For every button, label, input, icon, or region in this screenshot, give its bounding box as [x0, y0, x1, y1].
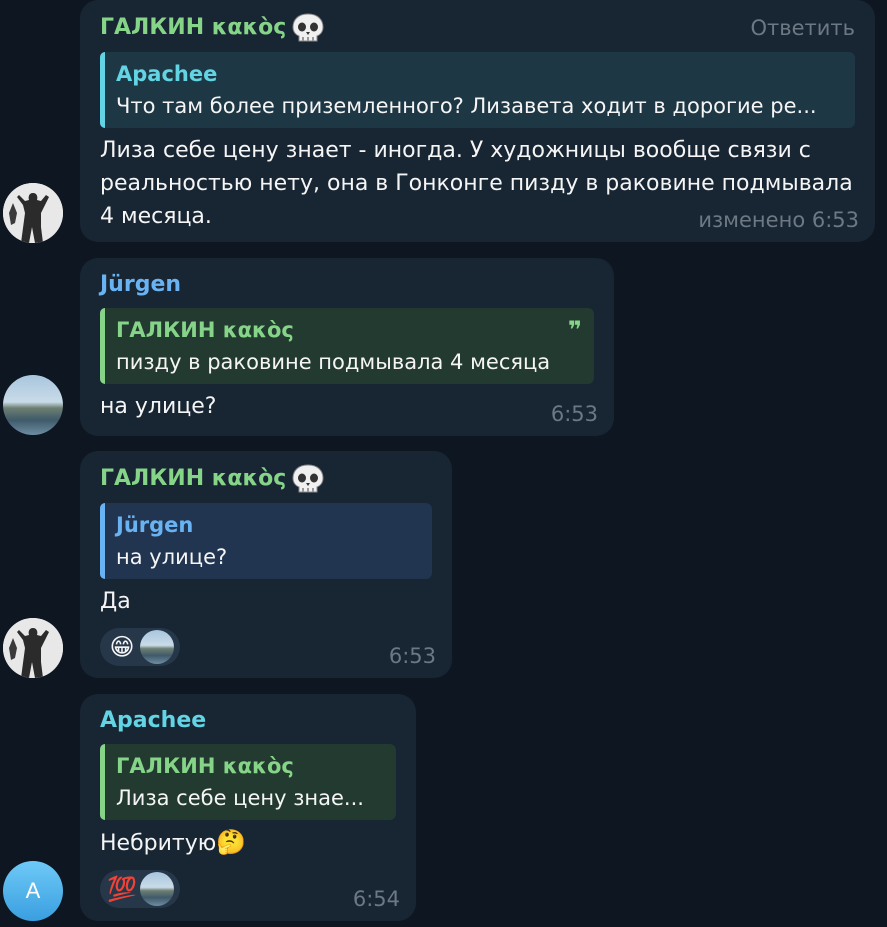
- sender-name[interactable]: Jürgen: [100, 270, 594, 300]
- message-time: 6:54: [352, 887, 400, 911]
- reply-quote[interactable]: ГАЛКИН κακὸς Лиза себе цену знае...: [100, 744, 396, 820]
- message-text: Небритую🤔: [100, 828, 247, 856]
- skull-emoji-icon: [292, 13, 324, 42]
- reactions: 😁: [100, 628, 432, 666]
- message-time: изменено 6:53: [698, 208, 859, 232]
- avatar[interactable]: A: [3, 861, 63, 921]
- statue-avatar-icon: [3, 183, 63, 243]
- reaction-pill[interactable]: 😁: [100, 628, 180, 666]
- skull-emoji-icon: [292, 464, 324, 493]
- message-bubble[interactable]: ГАЛКИН κακὸς Jürgen на улице? Да 😁 6:53: [80, 451, 452, 678]
- reply-button[interactable]: Ответить: [750, 16, 855, 40]
- avatar[interactable]: [3, 618, 63, 678]
- message-bubble[interactable]: ГАЛКИН κακὸς Ответить Apachee Что там бо…: [80, 0, 875, 242]
- quote-author: ГАЛКИН κακὸς: [116, 318, 294, 342]
- reply-quote[interactable]: Apachee Что там более приземленного? Лиз…: [100, 52, 855, 128]
- statue-avatar-icon: [3, 618, 63, 678]
- avatar[interactable]: [3, 183, 63, 243]
- reactions: 💯: [100, 870, 396, 908]
- quote-text: Лиза себе цену знае...: [116, 786, 364, 810]
- quote-author: Jürgen: [116, 513, 194, 537]
- thinking-emoji-icon: 🤔: [216, 828, 247, 856]
- quote-author: Apachee: [116, 62, 218, 86]
- reactor-avatar: [140, 630, 174, 664]
- avatar[interactable]: [3, 375, 63, 435]
- quote-author: ГАЛКИН κακὸς: [116, 754, 294, 778]
- sender-name[interactable]: ГАЛКИН κακὸς: [100, 12, 855, 44]
- sender-name[interactable]: Apachee: [100, 706, 396, 736]
- sender-name[interactable]: ГАЛКИН κακὸς: [100, 463, 432, 495]
- message-text: на улице?: [100, 394, 217, 419]
- reply-quote[interactable]: Jürgen на улице?: [100, 503, 432, 579]
- reply-quote[interactable]: ГАЛКИН κακὸς пизду в раковине подмывала …: [100, 308, 594, 384]
- quote-text: пизду в раковине подмывала 4 месяца: [116, 350, 551, 374]
- quote-text: Что там более приземленного? Лизавета хо…: [116, 94, 817, 118]
- quote-text: на улице?: [116, 545, 228, 569]
- reaction-pill[interactable]: 💯: [100, 870, 180, 908]
- message-bubble[interactable]: Apachee ГАЛКИН κακὸς Лиза себе цену знае…: [80, 694, 416, 921]
- message-bubble[interactable]: Jürgen ГАЛКИН κακὸς пизду в раковине под…: [80, 258, 614, 436]
- reactor-avatar: [140, 872, 174, 906]
- hundred-emoji-icon: 💯: [107, 875, 137, 903]
- grin-emoji-icon: 😁: [109, 633, 135, 661]
- message-text: Да: [100, 589, 131, 614]
- quote-mark-icon: ❞: [567, 316, 582, 344]
- message-time: 6:53: [550, 402, 598, 426]
- message-time: 6:53: [388, 644, 436, 668]
